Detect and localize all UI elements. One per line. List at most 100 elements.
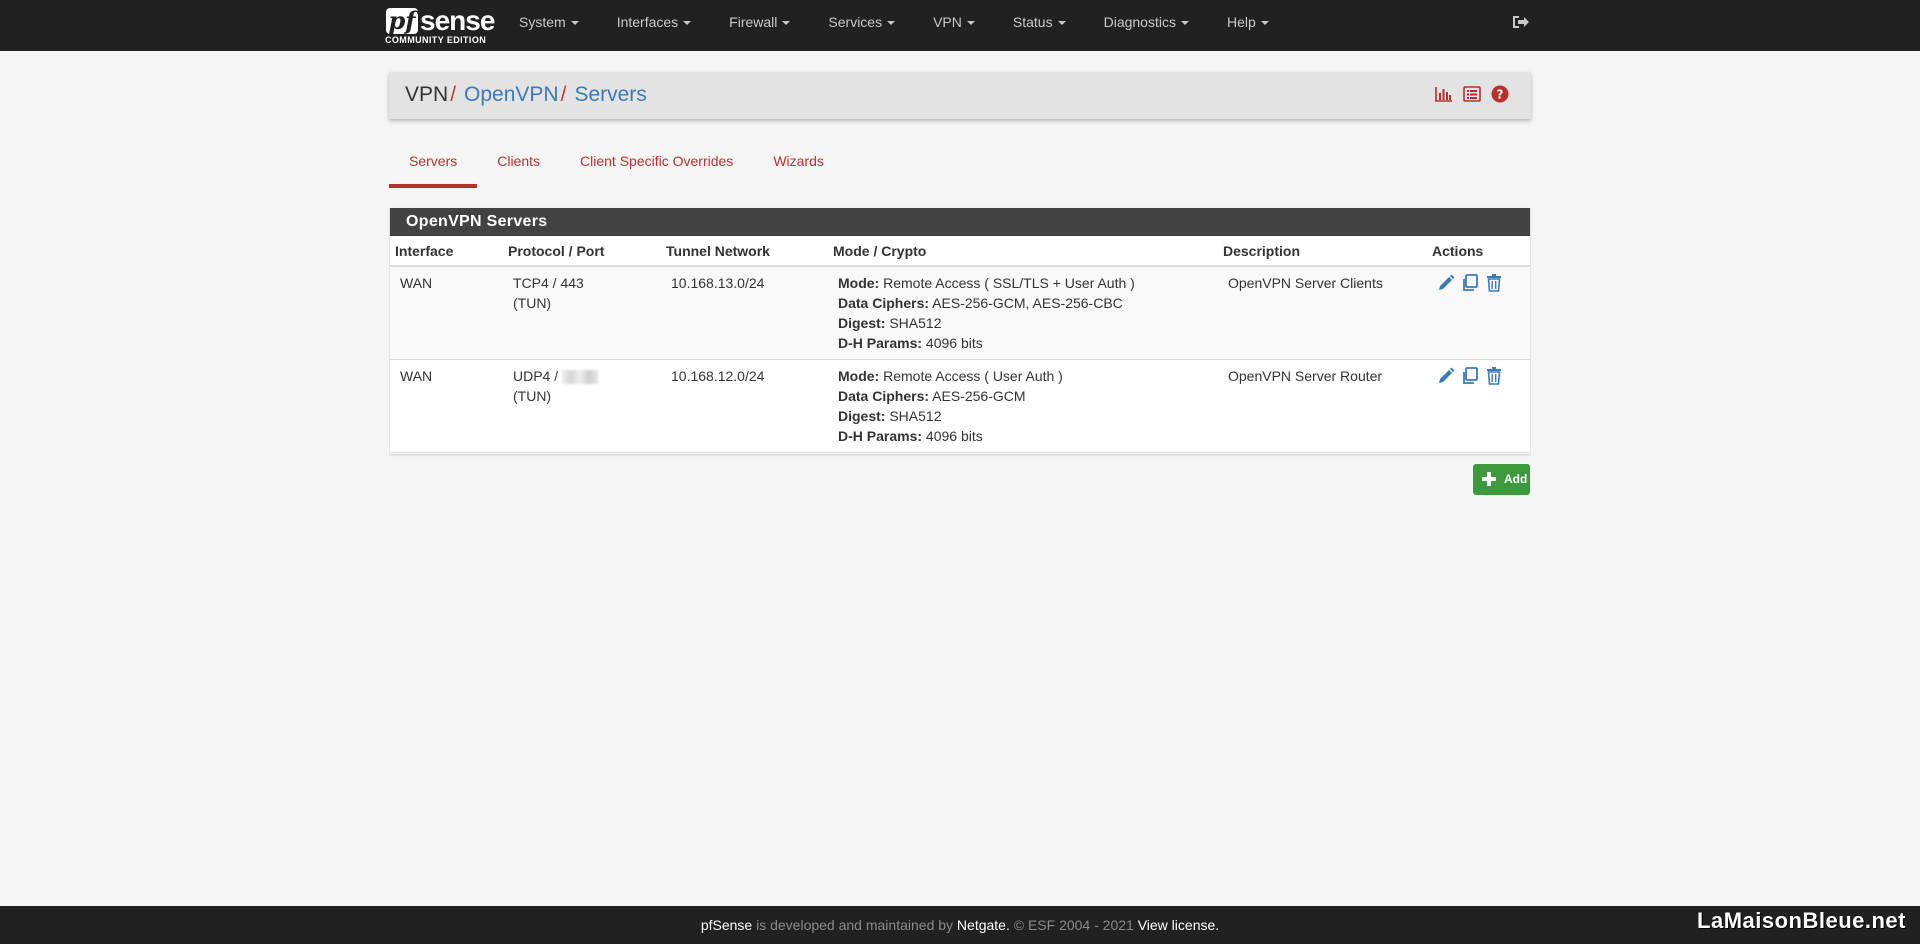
mode-label: Mode:: [838, 368, 880, 384]
tab-client-specific-overrides[interactable]: Client Specific Overrides: [560, 148, 753, 187]
menu-help-label: Help: [1226, 14, 1256, 30]
column-header-actions: Actions: [1427, 236, 1530, 267]
clone-icon[interactable]: [1461, 273, 1479, 293]
menu-firewall-label: Firewall: [729, 14, 778, 30]
caret-down-icon: [1180, 21, 1189, 26]
clone-icon[interactable]: [1461, 366, 1479, 386]
pencil-icon[interactable]: [1437, 366, 1455, 386]
add-button-label: Add: [1504, 472, 1528, 486]
tun-label: (TUN): [513, 388, 552, 404]
menu-help[interactable]: Help: [1208, 0, 1288, 51]
breadcrumb-vpn: VPN: [405, 83, 449, 106]
ciphers-label: Data Ciphers:: [838, 295, 930, 311]
bar-chart-icon[interactable]: [1435, 85, 1453, 103]
menu-services[interactable]: Services: [809, 0, 914, 51]
cell-tunnel-network: 10.168.12.0/24: [671, 368, 765, 384]
watermark: LaMaisonBleue.net: [1697, 908, 1906, 933]
caret-down-icon: [966, 21, 975, 26]
caret-down-icon: [683, 21, 692, 26]
tab-bar: Servers Clients Client Specific Override…: [389, 148, 844, 188]
panel-title: OpenVPN Servers: [390, 208, 1530, 236]
tab-servers[interactable]: Servers: [389, 148, 478, 188]
cell-mode-crypto: Mode: Remote Access ( User Auth ) Data C…: [828, 360, 1218, 453]
ciphers-value: AES-256-GCM: [932, 388, 1026, 404]
breadcrumb-separator: /: [450, 83, 457, 106]
add-button[interactable]: Add: [1473, 464, 1530, 495]
caret-down-icon: [887, 21, 896, 26]
servers-table: Interface Protocol / Port Tunnel Network…: [390, 236, 1530, 453]
ciphers-value: AES-256-GCM, AES-256-CBC: [932, 295, 1123, 311]
openvpn-servers-panel: OpenVPN Servers Interface Protocol / Por…: [390, 208, 1530, 454]
menu-vpn[interactable]: VPN: [914, 0, 994, 51]
digest-value: SHA512: [889, 408, 942, 424]
digest-label: Digest:: [838, 315, 886, 331]
ciphers-label: Data Ciphers:: [838, 388, 930, 404]
column-header-mode-crypto: Mode / Crypto: [828, 236, 1218, 267]
logo-edition: COMMUNITY EDITION: [385, 35, 487, 45]
menu-system[interactable]: System: [500, 0, 598, 51]
menu-diagnostics-label: Diagnostics: [1103, 14, 1176, 30]
breadcrumb-servers[interactable]: Servers: [574, 83, 646, 106]
dh-value: 4096 bits: [925, 335, 983, 351]
footer-copyright: © ESF 2004 - 2021: [1009, 917, 1138, 933]
cell-protocol-port: TCP4 / 443 (TUN): [503, 266, 661, 360]
menu-interfaces-label: Interfaces: [616, 14, 679, 30]
column-header-interface: Interface: [390, 236, 503, 267]
sign-out-icon[interactable]: [1512, 14, 1530, 30]
menu-firewall[interactable]: Firewall: [710, 0, 809, 51]
column-header-tunnel-network: Tunnel Network: [661, 236, 828, 267]
breadcrumb: VPN/OpenVPN/Servers: [405, 82, 647, 108]
digest-label: Digest:: [838, 408, 886, 424]
footer-company-link[interactable]: Netgate.: [957, 917, 1010, 933]
menu-vpn-label: VPN: [933, 14, 962, 30]
menu-status[interactable]: Status: [994, 0, 1085, 51]
svg-text:?: ?: [1497, 88, 1504, 102]
menu-diagnostics[interactable]: Diagnostics: [1085, 0, 1208, 51]
logo-sense: sense: [420, 5, 495, 36]
pfsense-logo[interactable]: pf sense COMMUNITY EDITION: [384, 4, 495, 46]
cell-actions: [1427, 266, 1530, 360]
dh-label: D-H Params:: [838, 335, 923, 351]
footer-text: is developed and maintained by: [752, 917, 957, 933]
cell-mode-crypto: Mode: Remote Access ( SSL/TLS + User Aut…: [828, 266, 1218, 360]
main-menu: System Interfaces Firewall Services VPN …: [500, 0, 1288, 51]
footer-license-link[interactable]: View license.: [1138, 917, 1219, 933]
dh-value: 4096 bits: [925, 428, 983, 444]
tab-clients[interactable]: Clients: [477, 148, 560, 187]
protocol-port-value: UDP4 /: [513, 368, 559, 384]
cell-interface: WAN: [400, 275, 433, 291]
breadcrumb-separator: /: [560, 83, 567, 106]
caret-down-icon: [1057, 21, 1066, 26]
caret-down-icon: [570, 21, 579, 26]
protocol-port-value: TCP4 / 443: [513, 275, 584, 291]
tab-wizards[interactable]: Wizards: [753, 148, 844, 187]
footer: pfSense is developed and maintained by N…: [0, 906, 1920, 944]
pencil-icon[interactable]: [1437, 273, 1455, 293]
trash-icon[interactable]: [1485, 366, 1503, 386]
dh-label: D-H Params:: [838, 428, 923, 444]
cell-protocol-port: UDP4 / (TUN): [503, 360, 661, 453]
cell-actions: [1427, 360, 1530, 453]
question-circle-icon[interactable]: ?: [1491, 85, 1509, 103]
footer-brand: pfSense: [700, 917, 753, 933]
cell-description: OpenVPN Server Router: [1228, 368, 1383, 384]
trash-icon[interactable]: [1485, 273, 1503, 293]
digest-value: SHA512: [889, 315, 942, 331]
plus-icon: [1482, 472, 1496, 486]
table-row: WAN UDP4 / (TUN) 10.168.12.0/24 Mode: Re…: [390, 360, 1530, 453]
logo-pf: pf: [386, 8, 418, 34]
mode-label: Mode:: [838, 275, 880, 291]
cell-description: OpenVPN Server Clients: [1228, 275, 1383, 291]
redacted-port: [562, 370, 599, 385]
menu-system-label: System: [519, 14, 566, 30]
menu-services-label: Services: [828, 14, 883, 30]
table-row: WAN TCP4 / 443 (TUN) 10.168.13.0/24 Mode:…: [390, 266, 1530, 360]
header-icons: ?: [1435, 85, 1509, 103]
caret-down-icon: [782, 21, 791, 26]
menu-interfaces[interactable]: Interfaces: [598, 0, 710, 51]
mode-value: Remote Access ( SSL/TLS + User Auth ): [883, 275, 1135, 291]
page-header: VPN/OpenVPN/Servers ?: [389, 72, 1531, 119]
cell-tunnel-network: 10.168.13.0/24: [671, 275, 765, 291]
list-icon[interactable]: [1463, 85, 1481, 103]
breadcrumb-openvpn[interactable]: OpenVPN: [464, 83, 559, 106]
